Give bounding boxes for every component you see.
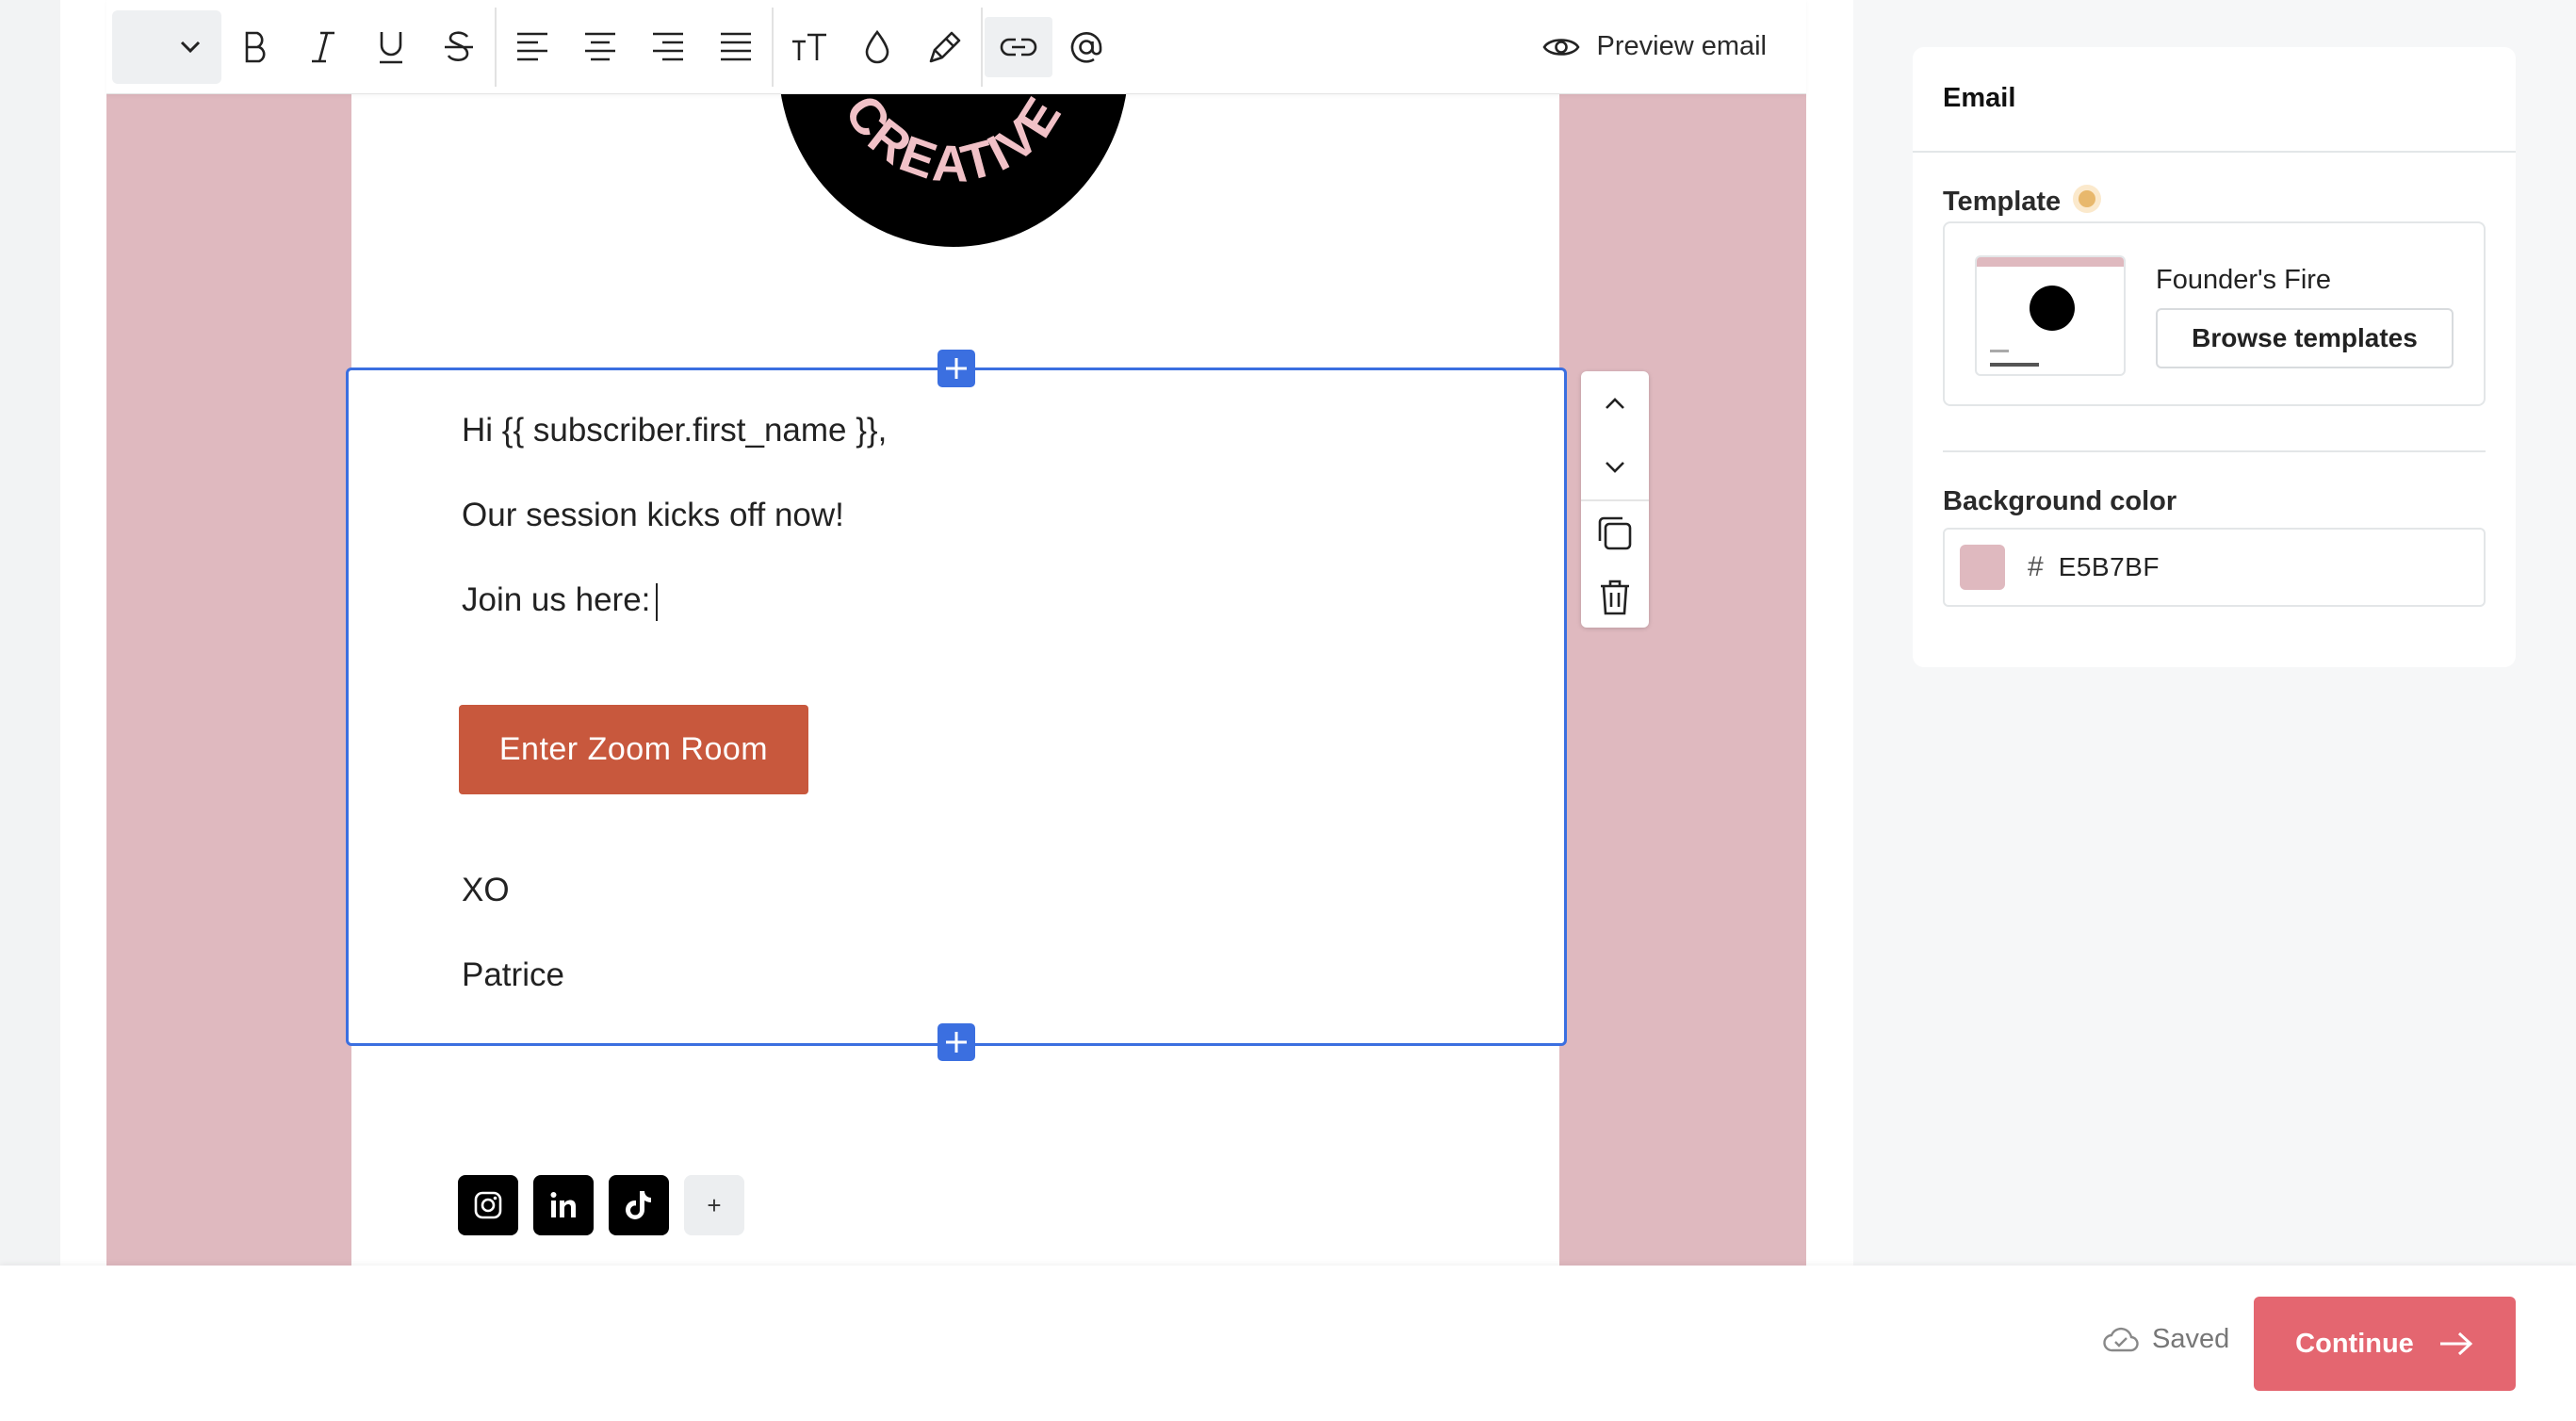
panel-divider: [1913, 151, 2516, 153]
strikethrough-icon: [445, 30, 473, 61]
mention-button[interactable]: [1052, 0, 1120, 94]
toolbar-divider: [495, 7, 497, 87]
body-line-2[interactable]: Join us here:: [462, 581, 659, 621]
move-up-button[interactable]: [1581, 371, 1649, 435]
background-color-label: Background color: [1943, 486, 2177, 516]
text-style-select[interactable]: [112, 9, 221, 84]
body-line-1[interactable]: Our session kicks off now!: [462, 497, 844, 534]
saved-label: Saved: [2152, 1324, 2230, 1354]
font-size-icon: [792, 33, 826, 60]
template-name: Founder's Fire: [2156, 265, 2332, 295]
color-swatch[interactable]: [1960, 545, 2005, 590]
panel-divider: [1943, 450, 2486, 452]
link-button[interactable]: [985, 16, 1052, 77]
left-gutter-inner: [60, 0, 107, 1266]
chevron-down-icon: [180, 41, 201, 53]
strikethrough-button[interactable]: [425, 0, 493, 94]
chevron-up-icon: [1606, 398, 1624, 409]
greeting-text[interactable]: Hi {{ subscriber.first_name }},: [462, 412, 887, 449]
move-down-button[interactable]: [1581, 435, 1649, 499]
email-settings-panel: Email Template Founder's Fire Browse tem…: [1913, 47, 2516, 667]
continue-label: Continue: [2295, 1328, 2414, 1359]
formatting-toolbar: Preview email: [106, 0, 1806, 94]
add-social-link-button[interactable]: +: [684, 1175, 744, 1235]
align-justify-button[interactable]: [702, 0, 770, 94]
text-color-button[interactable]: [843, 0, 911, 94]
browse-templates-button[interactable]: Browse templates: [2156, 308, 2454, 368]
hash-symbol: #: [2028, 551, 2044, 582]
duplicate-icon: [1598, 516, 1632, 550]
eye-icon: [1541, 38, 1580, 56]
chevron-down-icon: [1606, 462, 1624, 473]
font-size-button[interactable]: [775, 0, 843, 94]
align-left-icon: [517, 32, 547, 60]
selected-text-block[interactable]: Hi {{ subscriber.first_name }}, Our sess…: [346, 368, 1567, 1046]
svg-text:CREATIVE: CREATIVE: [834, 86, 1073, 193]
align-left-button[interactable]: [498, 0, 566, 94]
template-thumbnail[interactable]: [1975, 255, 2126, 376]
underline-button[interactable]: [357, 0, 425, 94]
link-icon: [1000, 38, 1037, 56]
preview-email-button[interactable]: Preview email: [1541, 31, 1768, 62]
signature-text[interactable]: Patrice: [462, 956, 564, 994]
template-card: Founder's Fire Browse templates: [1943, 221, 2486, 406]
align-justify-icon: [721, 32, 751, 60]
trash-icon: [1601, 580, 1629, 615]
italic-button[interactable]: [289, 0, 357, 94]
toolbar-divider: [772, 7, 774, 87]
align-center-icon: [585, 32, 615, 60]
highlighter-icon: [929, 31, 961, 62]
canvas-right-gutter: [1806, 0, 1853, 1266]
text-cursor: [656, 582, 659, 621]
arrow-right-icon: [2439, 1331, 2473, 1356]
italic-icon: [312, 31, 334, 62]
cloud-check-icon: [2103, 1327, 2139, 1351]
tiktok-link[interactable]: [609, 1175, 669, 1235]
add-block-below-button[interactable]: [937, 1023, 975, 1061]
align-center-button[interactable]: [566, 0, 634, 94]
cta-button[interactable]: Enter Zoom Room: [459, 705, 808, 794]
instagram-link[interactable]: [458, 1175, 518, 1235]
panel-title: Email: [1943, 83, 2016, 113]
align-right-button[interactable]: [634, 0, 702, 94]
plus-icon: [946, 358, 967, 379]
background-color-value[interactable]: E5B7BF: [2059, 552, 2160, 582]
template-status-dot: [2073, 185, 2101, 213]
underline-icon: [380, 31, 402, 63]
linkedin-link[interactable]: [533, 1175, 594, 1235]
signoff-text[interactable]: XO: [462, 872, 510, 909]
duplicate-block-button[interactable]: [1581, 501, 1649, 565]
tiktok-icon: [626, 1191, 651, 1219]
block-controls: [1581, 371, 1649, 628]
continue-button[interactable]: Continue: [2254, 1297, 2516, 1391]
align-right-icon: [653, 32, 683, 60]
bold-button[interactable]: [221, 0, 289, 94]
add-block-above-button[interactable]: [937, 350, 975, 387]
linkedin-icon: [550, 1192, 576, 1217]
instagram-icon: [474, 1191, 502, 1219]
template-label: Template: [1943, 187, 2062, 217]
highlight-button[interactable]: [911, 0, 979, 94]
social-links: +: [458, 1175, 744, 1235]
preview-email-label: Preview email: [1596, 31, 1768, 61]
save-status: Saved: [2103, 1324, 2229, 1355]
body-line-2-text: Join us here:: [462, 581, 651, 618]
droplet-icon: [865, 29, 889, 63]
bold-icon: [245, 31, 266, 62]
toolbar-divider: [981, 7, 983, 87]
background-color-field[interactable]: # E5B7BF: [1943, 528, 2486, 607]
left-gutter: [0, 0, 60, 1266]
plus-icon: [946, 1032, 967, 1053]
at-sign-icon: [1070, 31, 1102, 63]
delete-block-button[interactable]: [1581, 565, 1649, 629]
